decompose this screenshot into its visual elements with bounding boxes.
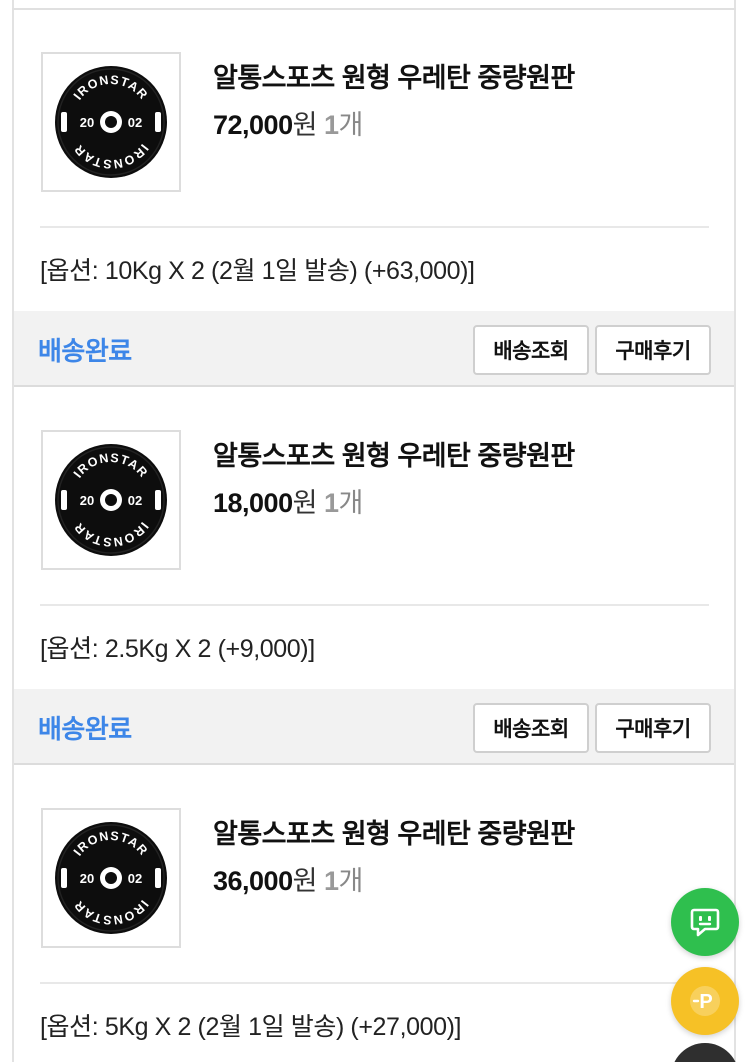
plate-year-left: 20 bbox=[80, 115, 94, 130]
weight-plate-image: IRONSTAR IRONSTAR 20 02 bbox=[55, 444, 167, 556]
order-item: IRONSTAR IRONSTAR 20 02 알통스포츠 원형 우레탄 중량원… bbox=[14, 10, 734, 387]
order-item: IRONSTAR IRONSTAR 20 02 알통스포츠 원형 우레탄 중량원… bbox=[14, 388, 734, 765]
product-name[interactable]: 알통스포츠 원형 우레탄 중량원판 bbox=[213, 56, 575, 95]
product-name[interactable]: 알통스포츠 원형 우레탄 중량원판 bbox=[213, 812, 575, 851]
plate-year-right: 02 bbox=[128, 115, 142, 130]
product-quantity: 1 bbox=[323, 488, 339, 518]
product-option: [옵션: 10Kg X 2 (2월 1일 발송) (+63,000)] bbox=[40, 257, 475, 285]
write-review-button[interactable]: 구매후기 bbox=[595, 325, 711, 375]
product-option: [옵션: 5Kg X 2 (2월 1일 발송) (+27,000)] bbox=[40, 1013, 462, 1041]
point-label: P bbox=[699, 991, 712, 1013]
quantity-unit: 개 bbox=[338, 110, 363, 140]
product-price: 18,000 bbox=[213, 488, 293, 518]
track-delivery-button[interactable]: 배송조회 bbox=[473, 703, 589, 753]
weight-plate-image: IRONSTAR IRONSTAR 20 02 bbox=[55, 822, 167, 934]
order-status-bar: 배송완료 배송조회 구매후기 bbox=[14, 311, 734, 387]
point-button[interactable]: P bbox=[671, 967, 739, 1035]
write-review-button[interactable]: 구매후기 bbox=[595, 703, 711, 753]
product-name[interactable]: 알통스포츠 원형 우레탄 중량원판 bbox=[213, 434, 575, 473]
product-thumbnail[interactable]: IRONSTAR IRONSTAR 20 02 bbox=[41, 430, 181, 570]
plate-year-right: 02 bbox=[128, 871, 142, 886]
track-delivery-button[interactable]: 배송조회 bbox=[473, 325, 589, 375]
quantity-unit: 개 bbox=[338, 488, 363, 518]
plate-year-left: 20 bbox=[80, 493, 94, 508]
product-thumbnail[interactable]: IRONSTAR IRONSTAR 20 02 bbox=[41, 52, 181, 192]
price-line: 36,000원 1개 bbox=[213, 859, 363, 898]
product-price: 36,000 bbox=[213, 866, 293, 896]
currency-unit: 원 bbox=[292, 866, 318, 896]
price-line: 18,000원 1개 bbox=[213, 481, 363, 520]
chat-icon bbox=[690, 908, 720, 937]
product-option: [옵션: 2.5Kg X 2 (+9,000)] bbox=[40, 635, 315, 663]
product-quantity: 1 bbox=[323, 866, 339, 896]
product-row[interactable]: IRONSTAR IRONSTAR 20 02 알통스포츠 원형 우레탄 중량원… bbox=[14, 766, 734, 984]
currency-unit: 원 bbox=[292, 488, 318, 518]
order-status-bar: 배송완료 배송조회 구매후기 bbox=[14, 689, 734, 765]
delivery-status: 배송완료 bbox=[38, 713, 132, 744]
order-detail-page: IRONSTAR IRONSTAR 20 02 알통스포츠 원형 우레탄 중량원… bbox=[0, 0, 750, 1062]
price-line: 72,000원 1개 bbox=[213, 103, 363, 142]
product-price: 72,000 bbox=[213, 110, 293, 140]
plate-year-right: 02 bbox=[128, 493, 142, 508]
product-row[interactable]: IRONSTAR IRONSTAR 20 02 알통스포츠 원형 우레탄 중량원… bbox=[14, 388, 734, 606]
currency-unit: 원 bbox=[292, 110, 318, 140]
point-icon: P bbox=[690, 986, 720, 1016]
weight-plate-image: IRONSTAR IRONSTAR 20 02 bbox=[55, 66, 167, 178]
product-thumbnail[interactable]: IRONSTAR IRONSTAR 20 02 bbox=[41, 808, 181, 948]
product-row[interactable]: IRONSTAR IRONSTAR 20 02 알통스포츠 원형 우레탄 중량원… bbox=[14, 10, 734, 228]
order-item: IRONSTAR IRONSTAR 20 02 알통스포츠 원형 우레탄 중량원… bbox=[14, 766, 734, 1062]
plate-year-left: 20 bbox=[80, 871, 94, 886]
delivery-status: 배송완료 bbox=[38, 335, 132, 366]
quantity-unit: 개 bbox=[338, 866, 363, 896]
chat-button[interactable] bbox=[671, 888, 739, 956]
product-quantity: 1 bbox=[323, 110, 339, 140]
